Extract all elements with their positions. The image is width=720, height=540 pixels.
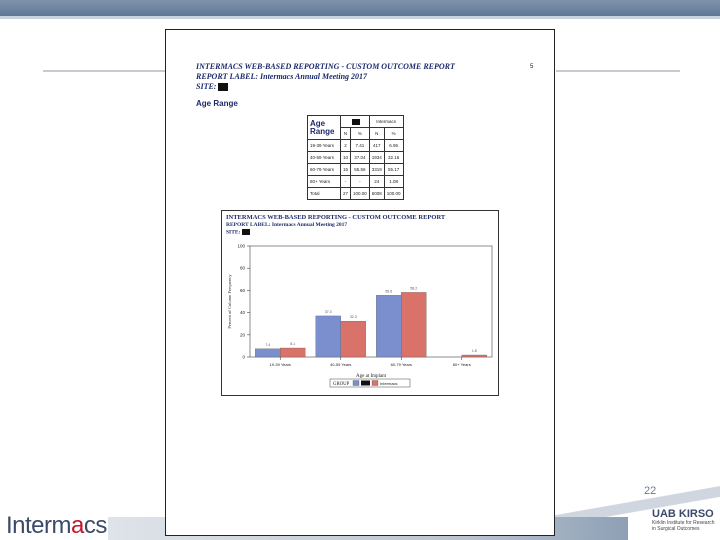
- table-cell: 19-39 Years: [307, 139, 341, 152]
- bar-chart: 0 20 40 60 80 100 Percent of Column Frequency 7…: [227, 244, 493, 388]
- x-tick-label: 80+ Years: [453, 362, 471, 367]
- bar: [340, 320, 366, 358]
- bar: [461, 354, 487, 358]
- table-row: 19-39 Years 2 7.41 417 6.95: [307, 139, 404, 152]
- bar: [255, 348, 281, 358]
- bar: [376, 295, 402, 358]
- legend-swatch: [352, 380, 360, 386]
- bar-value-label: 37.0: [325, 310, 332, 314]
- report-header-site: SITE:: [196, 82, 229, 92]
- table-cell: 7.41: [350, 139, 370, 152]
- site-redaction-box: [218, 83, 229, 92]
- bar: [315, 315, 341, 358]
- slide-number: 22: [644, 485, 657, 497]
- table-cell: 40-59 Years: [307, 151, 341, 164]
- y-tick-label: 100: [237, 244, 245, 249]
- table-cell: 3319: [368, 163, 385, 176]
- legend-label: Intermacs: [380, 381, 398, 386]
- table-cell: 100.00: [350, 187, 370, 200]
- table-col-n: N: [339, 127, 352, 140]
- y-tick-label: 0: [242, 355, 245, 360]
- table-cell: -: [339, 175, 352, 188]
- x-tick-label: 60-79 Years: [391, 362, 412, 367]
- intermacs-logo: Intermacs: [6, 512, 107, 539]
- y-tick-label: 80: [240, 266, 246, 271]
- section-title: Age Range: [196, 99, 238, 108]
- bar-value-label: 7.4: [265, 343, 270, 347]
- table-cell: 100.00: [383, 187, 404, 200]
- report-page-number: 5: [530, 64, 534, 70]
- bar: [401, 292, 427, 358]
- slide-rule-right: [556, 70, 680, 72]
- table-cell: 55.17: [383, 163, 404, 176]
- bar-value-label: 1.8: [472, 349, 477, 353]
- table-cell: 10: [339, 151, 352, 164]
- bar-value-label: 8.1: [290, 342, 295, 346]
- age-range-table: Age Range Intermacs N % N % 19-39 Years 2…: [307, 115, 404, 200]
- table-cell: 55.56: [350, 163, 370, 176]
- table-col-n: N: [368, 127, 385, 140]
- y-tick-label: 40: [240, 310, 246, 315]
- table-group-intermacs: Intermacs: [368, 115, 404, 128]
- table-cell: -: [350, 175, 370, 188]
- x-axis-label: Age at Implant: [356, 374, 387, 379]
- y-axis-label: Percent of Column Frequency: [227, 274, 232, 329]
- y-tick-label: 20: [240, 332, 246, 337]
- slide-top-accent: [0, 16, 720, 19]
- table-cell: 24: [368, 175, 385, 188]
- report-document: INTERMACS WEB-BASED REPORTING - CUSTOM O…: [165, 29, 555, 536]
- plot-area: [249, 245, 493, 358]
- table-cell: Total: [307, 187, 341, 200]
- table-cell: 15: [339, 163, 352, 176]
- table-row: 40-59 Years 10 37.04 1934 32.16: [307, 151, 404, 164]
- table-cell: 1.08: [383, 175, 404, 188]
- table-col-pct: %: [350, 127, 370, 140]
- slide-top-band: [0, 0, 720, 16]
- site-redaction-box: [351, 118, 360, 125]
- uab-logo-text: UAB: [652, 508, 676, 520]
- report-header-label: REPORT LABEL: Intermacs Annual Meeting 2…: [196, 72, 368, 81]
- table-title: Age Range: [307, 115, 341, 140]
- table-cell: 6.95: [383, 139, 404, 152]
- x-tick-label: 40-59 Years: [330, 362, 351, 367]
- x-tick-label: 19-39 Years: [270, 362, 291, 367]
- chart-figure: INTERMACS WEB-BASED REPORTING - CUSTOM O…: [221, 210, 499, 396]
- legend-swatch: [371, 380, 379, 386]
- table-group-site: [340, 115, 370, 128]
- table-cell: 1934: [368, 151, 385, 164]
- slide-rule-left: [43, 70, 165, 72]
- uab-subtitle-2: in Surgical Outcomes: [652, 526, 700, 532]
- report-header-title: INTERMACS WEB-BASED REPORTING - CUSTOM O…: [196, 62, 455, 71]
- table-cell: 60-79 Years: [307, 163, 341, 176]
- table-cell: 37.04: [350, 151, 370, 164]
- table-row: 60-79 Years 15 55.56 3319 55.17: [307, 163, 404, 176]
- table-cell: 417: [368, 139, 385, 152]
- y-tick-label: 60: [240, 288, 246, 293]
- table-cell: 2: [339, 139, 352, 152]
- table-cell: 80+ Years: [307, 175, 341, 188]
- bar-value-label: 32.3: [350, 315, 357, 319]
- legend-title: GROUP: [333, 382, 350, 387]
- uab-kirso-logo: UAB KIRSO Kirklin Institute for Research…: [652, 508, 716, 532]
- kirso-logo-text: KIRSO: [678, 508, 714, 520]
- table-row: 80+ Years - - 24 1.08: [307, 175, 404, 188]
- bar-value-label: 55.6: [385, 289, 392, 293]
- table-row: Total 27 100.00 6008 100.00: [307, 187, 404, 200]
- legend-redaction-box: [361, 380, 370, 386]
- bar-value-label: 58.2: [410, 286, 417, 290]
- table-cell: 6008: [368, 187, 385, 200]
- table-cell: 32.16: [383, 151, 404, 164]
- bar: [280, 347, 306, 358]
- table-col-pct: %: [383, 127, 404, 140]
- table-cell: 27: [339, 187, 352, 200]
